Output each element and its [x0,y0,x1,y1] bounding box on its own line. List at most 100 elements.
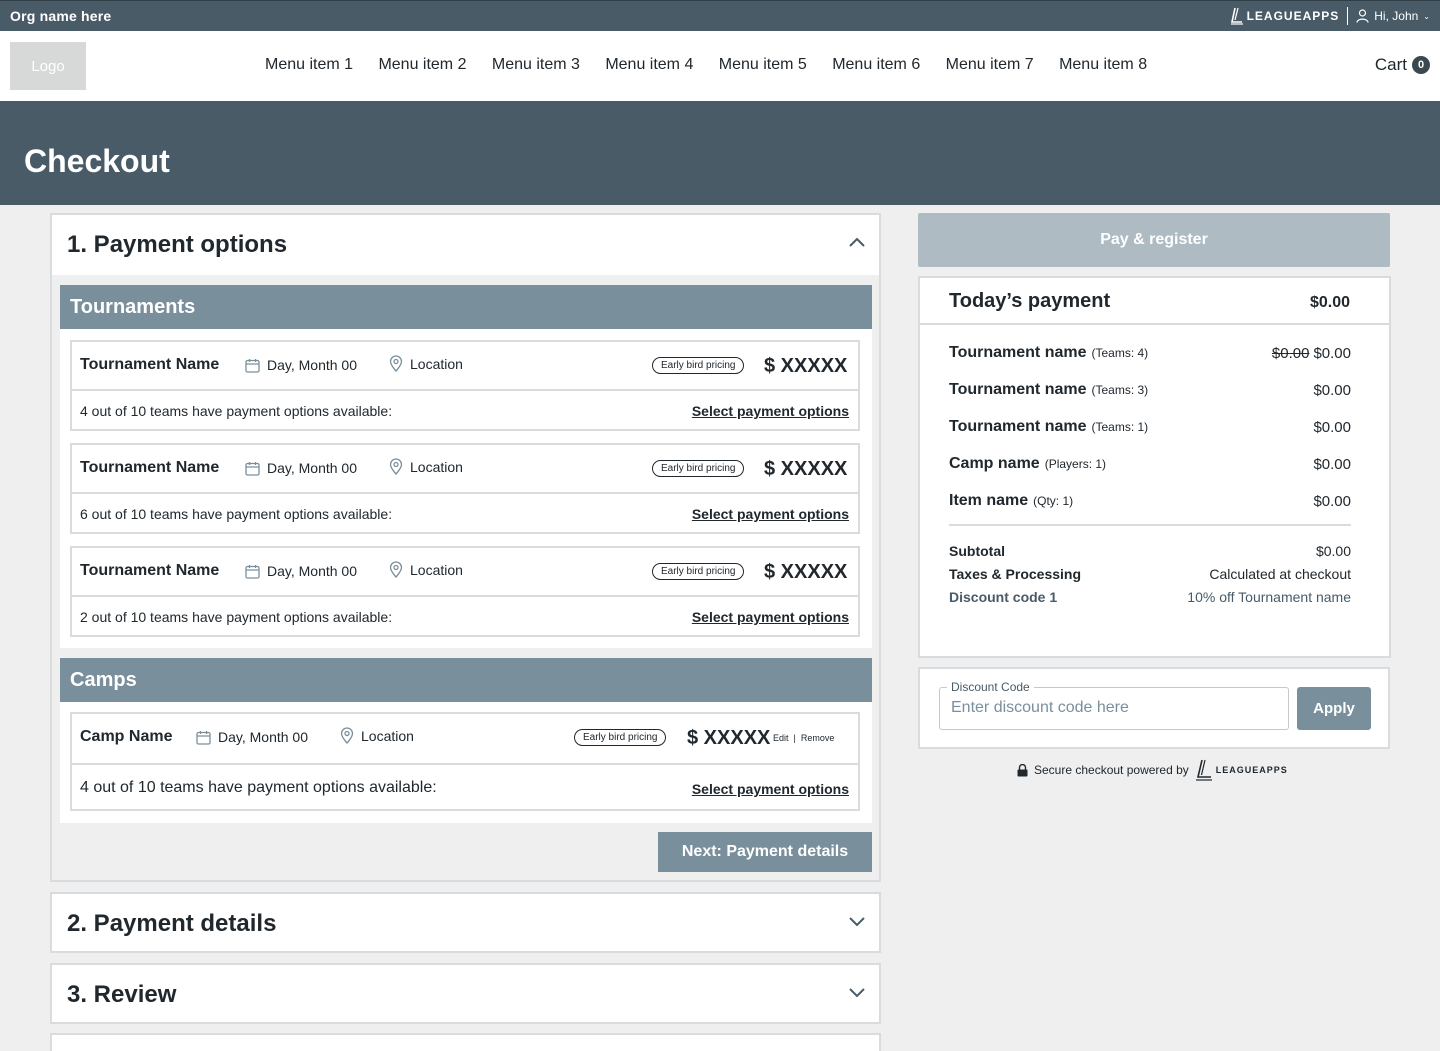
location-pin-icon [389,355,403,372]
chevron-down-icon[interactable] [849,917,865,927]
availability-text: 6 out of 10 teams have payment options a… [80,506,393,522]
early-bird-badge: Early bird pricing [652,460,745,477]
nav-item-2[interactable]: Menu item 2 [378,56,466,74]
price: $ XXXXX [687,727,771,749]
price: $ XXXXX [764,355,848,377]
order-summary: Today’s payment $0.00 Tournament name (Te… [918,276,1391,658]
nav-item-1[interactable]: Menu item 1 [265,56,353,74]
event-date: Day, Month 00 [196,729,308,745]
leagueapps-label: LEAGUEAPPS [1246,9,1340,23]
event-date: Day, Month 00 [245,357,357,373]
nav-item-7[interactable]: Menu item 7 [946,56,1034,74]
org-name: Org name here [10,8,112,24]
separator: | [793,733,796,743]
availability-text: 4 out of 10 teams have payment options a… [80,403,393,419]
camps-section: Camps Camp Name Day, Month 00 Location E… [60,658,872,823]
location-pin-icon [389,561,403,578]
edit-remove-actions: Edit | Remove [773,733,834,743]
price: $ XXXXX [764,458,848,480]
line-item: Tournament name (Teams: 1) $0.00 [949,418,1351,436]
step-payment-details[interactable]: 2. Payment details [50,892,881,953]
nav-item-6[interactable]: Menu item 6 [832,56,920,74]
line-item: Tournament name (Teams: 4) $0.00 $0.00 [949,344,1351,362]
tournament-name: Tournament Name [80,562,220,579]
select-payment-options-link[interactable]: Select payment options [692,403,849,419]
step-header[interactable]: 1. Payment options [52,215,879,275]
calendar-icon [196,730,211,745]
discount-code-field: Discount Code [939,680,1289,730]
select-payment-options-link[interactable]: Select payment options [692,781,849,797]
logo[interactable]: Logo [10,42,86,90]
user-menu[interactable]: Hi, John ⌄ [1356,9,1430,23]
apply-button[interactable]: Apply [1297,687,1371,730]
step-title: 3. Review [67,981,177,1008]
leagueapps-logo-icon [1195,759,1212,781]
nav-item-4[interactable]: Menu item 4 [605,56,693,74]
taxes-row: Taxes & Processing Calculated at checkou… [949,566,1351,582]
line-item: Tournament name (Teams: 3) $0.00 [949,381,1351,399]
price: $ XXXXX [764,561,848,583]
early-bird-badge: Early bird pricing [652,357,745,374]
event-date: Day, Month 00 [245,460,357,476]
availability-text: 2 out of 10 teams have payment options a… [80,609,393,625]
chevron-down-icon[interactable] [849,988,865,998]
divider [949,524,1351,526]
lock-icon [1017,763,1028,776]
location-pin-icon [340,727,354,744]
camp-name: Camp Name [80,728,173,745]
tournament-card: Tournament Name Day, Month 00 Location E… [70,546,860,637]
main-nav: Logo Menu item 1 Menu item 2 Menu item 3… [0,31,1440,101]
nav-item-3[interactable]: Menu item 3 [492,56,580,74]
next-step-panel [50,1033,881,1051]
summary-title: Today’s payment [949,290,1111,312]
chevron-up-icon[interactable] [849,237,865,247]
remove-link[interactable]: Remove [801,733,835,743]
leagueapps-brand[interactable]: LEAGUEAPPS [1230,7,1340,25]
top-bar: Org name here LEAGUEAPPS Hi, John ⌄ [0,0,1440,31]
leagueapps-logo-icon [1230,7,1243,25]
discount-code-input[interactable] [951,699,1281,717]
line-item: Item name (Qty: 1) $0.00 [949,492,1351,510]
divider [1347,7,1349,25]
camps-header: Camps [60,658,872,702]
cart-button[interactable]: Cart 0 [1375,55,1430,75]
select-payment-options-link[interactable]: Select payment options [692,609,849,625]
tournament-card: Tournament Name Day, Month 00 Location E… [70,340,860,431]
tournaments-section: Tournaments Tournament Name Day, Month 0… [60,285,872,648]
next-payment-details-button[interactable]: Next: Payment details [658,832,872,872]
nav-item-8[interactable]: Menu item 8 [1059,56,1147,74]
availability-text: 4 out of 10 teams have payment options a… [80,779,437,796]
subtotal-row: Subtotal $0.00 [949,543,1351,559]
select-payment-options-link[interactable]: Select payment options [692,506,849,522]
cart-label: Cart [1374,55,1407,74]
step-title: 2. Payment details [67,910,277,937]
page-header: Checkout [0,101,1440,205]
event-location: Location [340,727,414,744]
secure-text: Secure checkout powered by [1034,763,1189,777]
tournament-card: Tournament Name Day, Month 00 Location E… [70,443,860,534]
chevron-down-icon: ⌄ [1423,11,1430,21]
original-price: $0.00 [1271,345,1310,362]
step-review[interactable]: 3. Review [50,963,881,1024]
camp-card: Camp Name Day, Month 00 Location Early b… [70,712,860,811]
tournaments-header: Tournaments [60,285,872,329]
top-bar-right: LEAGUEAPPS Hi, John ⌄ [1230,7,1430,25]
nav-menu: Menu item 1 Menu item 2 Menu item 3 Menu… [265,56,1173,74]
user-icon [1356,9,1369,23]
event-date: Day, Month 00 [245,563,357,579]
early-bird-badge: Early bird pricing [574,729,667,746]
step-payment-options: 1. Payment options Tournaments Tournamen… [50,213,881,882]
secure-checkout-note: Secure checkout powered by LEAGUEAPPS [1017,759,1288,781]
cart-count-badge: 0 [1412,56,1430,74]
nav-item-5[interactable]: Menu item 5 [719,56,807,74]
discount-code-label: Discount Code [947,680,1034,694]
pay-register-button[interactable]: Pay & register [918,213,1390,267]
leagueapps-brand: LEAGUEAPPS [1195,759,1288,781]
tournament-name: Tournament Name [80,356,220,373]
tournament-name: Tournament Name [80,459,220,476]
event-location: Location [389,355,463,372]
calendar-icon [245,358,260,373]
edit-link[interactable]: Edit [773,733,789,743]
line-item: Camp name (Players: 1) $0.00 [949,455,1351,473]
location-pin-icon [389,458,403,475]
